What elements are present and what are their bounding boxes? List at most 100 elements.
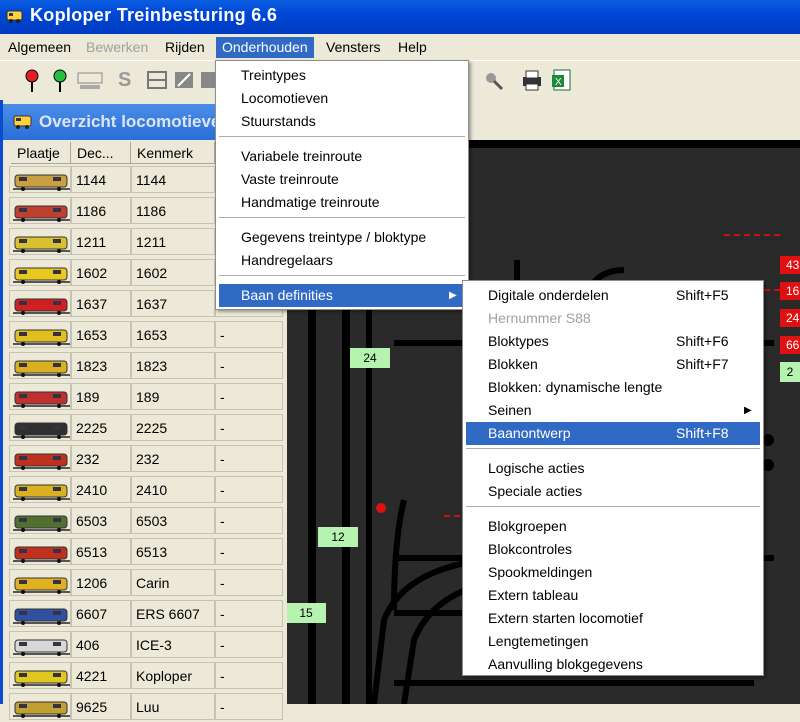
decoder-icon[interactable] (76, 67, 104, 93)
menu-item-extern-tableau[interactable]: Extern tableau (466, 584, 760, 607)
menu-item-variabele-treinroute[interactable]: Variabele treinroute (219, 145, 465, 168)
excel-icon[interactable]: X (550, 67, 574, 93)
loco-extra-cell: - (215, 693, 283, 720)
locomotive-image-icon (13, 205, 70, 222)
menu-separator (219, 275, 465, 276)
loco-row[interactable]: 1206 Carin - (9, 567, 283, 598)
loco-dec-cell: 6607 (71, 600, 131, 627)
menu-item-blokken-dynamische-lengte[interactable]: Blokken: dynamische lengte (466, 376, 760, 399)
loco-row[interactable]: 1823 1823- (9, 350, 283, 381)
column-header-plaatje[interactable]: Plaatje (11, 142, 71, 164)
menu-item-aanvulling-blokgegevens[interactable]: Aanvulling blokgegevens (466, 653, 760, 676)
signal-green-icon[interactable] (48, 67, 72, 93)
edit-icon[interactable] (172, 67, 196, 93)
loco-thumbnail-cell (9, 693, 71, 720)
menu-item-seinen[interactable]: Seinen ▶ (466, 399, 760, 422)
menu-help[interactable]: Help (398, 37, 427, 58)
loco-row[interactable]: 2225 2225- (9, 412, 283, 443)
loco-kenmerk-cell: 1186 (131, 197, 215, 224)
menu-item-bloktypes[interactable]: Bloktypes Shift+F6 (466, 330, 760, 353)
locomotive-image-icon (13, 639, 70, 656)
menu-item-label: Aanvulling blokgegevens (488, 656, 643, 672)
track-block[interactable]: 12 (318, 527, 358, 547)
loco-row[interactable]: 189 189- (9, 381, 283, 412)
menu-item-lengtemetingen[interactable]: Lengtemetingen (466, 630, 760, 653)
signal-red-icon[interactable] (20, 67, 44, 93)
menu-item-stuurstands[interactable]: Stuurstands (219, 110, 465, 133)
loco-row[interactable]: 232 232- (9, 443, 283, 474)
menu-item-label: Blokgroepen (488, 518, 567, 534)
locomotive-image-icon (13, 298, 70, 315)
menu-item-speciale-acties[interactable]: Speciale acties (466, 480, 760, 503)
loco-extra-cell: - (215, 662, 283, 689)
menu-item-baanontwerp[interactable]: Baanontwerp Shift+F8 (466, 422, 760, 445)
menu-item-logische-acties[interactable]: Logische acties (466, 457, 760, 480)
red-block[interactable]: 43 (780, 256, 800, 274)
menu-item-label: Variabele treinroute (241, 148, 363, 164)
loco-dec-cell: 4221 (71, 662, 131, 689)
loco-row[interactable]: 2410 2410- (9, 474, 283, 505)
locomotive-image-icon (13, 453, 70, 470)
track-block[interactable]: 24 (350, 348, 390, 368)
menu-item-hernummer-s88[interactable]: Hernummer S88 (466, 307, 760, 330)
printer-icon[interactable] (520, 67, 544, 93)
block-icon[interactable] (145, 67, 169, 93)
s-icon[interactable]: S (118, 67, 142, 93)
loco-thumbnail-cell (9, 414, 71, 441)
menu-item-spookmeldingen[interactable]: Spookmeldingen (466, 561, 760, 584)
red-block[interactable]: 66 (780, 336, 800, 354)
menu-item-blokken[interactable]: Blokken Shift+F7 (466, 353, 760, 376)
menu-algemeen[interactable]: Algemeen (8, 37, 71, 58)
red-block[interactable]: 24 (780, 309, 800, 327)
column-header-kenmerk[interactable]: Kenmerk (131, 142, 215, 164)
red-block[interactable]: 16 (780, 282, 800, 300)
loco-row[interactable]: 406 ICE-3- (9, 629, 283, 660)
loco-dec-cell: 2225 (71, 414, 131, 441)
menu-item-blokgroepen[interactable]: Blokgroepen (466, 515, 760, 538)
menu-item-label: Bloktypes (488, 333, 549, 349)
loco-dec-cell: 1144 (71, 166, 131, 193)
loco-thumbnail-cell (9, 476, 71, 503)
loco-row[interactable]: 4221 Koploper - (9, 660, 283, 691)
onderhouden-menu: Treintypes Locomotieven Stuurstands Variabe… (215, 60, 469, 310)
menu-item-label: Spookmeldingen (488, 564, 593, 580)
menu-item-label: Extern starten locomotief (488, 610, 643, 626)
track-block[interactable]: 2 (780, 362, 800, 382)
tool-icon[interactable] (482, 67, 506, 93)
close-icon[interactable] (199, 67, 215, 93)
loco-row[interactable]: 1653 1653- (9, 319, 283, 350)
loco-kenmerk-cell: 6503 (131, 507, 215, 534)
menu-item-handmatige-treinroute[interactable]: Handmatige treinroute (219, 191, 465, 214)
menu-item-locomotieven[interactable]: Locomotieven (219, 87, 465, 110)
loco-dec-cell: 6513 (71, 538, 131, 565)
app-title: Koploper Treinbesturing 6.6 (30, 5, 278, 25)
menu-item-vaste-treinroute[interactable]: Vaste treinroute (219, 168, 465, 191)
menu-onderhouden[interactable]: Onderhouden (216, 37, 314, 58)
loco-extra-cell: - (215, 507, 283, 534)
menu-item-baan-definities[interactable]: Baan definities ▶ (219, 284, 465, 307)
loco-row[interactable]: 6607 ERS 6607- (9, 598, 283, 629)
menu-item-treintypes[interactable]: Treintypes (219, 64, 465, 87)
loco-row[interactable]: 6503 6503- (9, 505, 283, 536)
menu-bewerken[interactable]: Bewerken (86, 37, 148, 58)
loco-thumbnail-cell (9, 569, 71, 596)
menu-item-label: Treintypes (241, 67, 306, 83)
loco-row[interactable]: 9625 Luu - (9, 691, 283, 722)
menu-shortcut: Shift+F5 (676, 287, 729, 303)
menu-vensters[interactable]: Vensters (326, 37, 380, 58)
menu-item-blokcontroles[interactable]: Blokcontroles (466, 538, 760, 561)
loco-thumbnail-cell (9, 445, 71, 472)
loco-dec-cell: 189 (71, 383, 131, 410)
track-block[interactable]: 15 (286, 603, 326, 623)
locomotive-image-icon (13, 608, 70, 625)
menu-separator (466, 506, 760, 507)
menu-item-digitale-onderdelen[interactable]: Digitale onderdelen Shift+F5 (466, 284, 760, 307)
menu-rijden[interactable]: Rijden (165, 37, 205, 58)
menu-item-gegevens-treintype-bloktype[interactable]: Gegevens treintype / bloktype (219, 226, 465, 249)
loco-thumbnail-cell (9, 228, 71, 255)
loco-row[interactable]: 6513 6513- (9, 536, 283, 567)
menu-item-handregelaars[interactable]: Handregelaars (219, 249, 465, 272)
menu-item-extern-starten-locomotief[interactable]: Extern starten locomotief (466, 607, 760, 630)
loco-extra-cell: - (215, 445, 283, 472)
column-header-dec[interactable]: Dec... (71, 142, 131, 164)
